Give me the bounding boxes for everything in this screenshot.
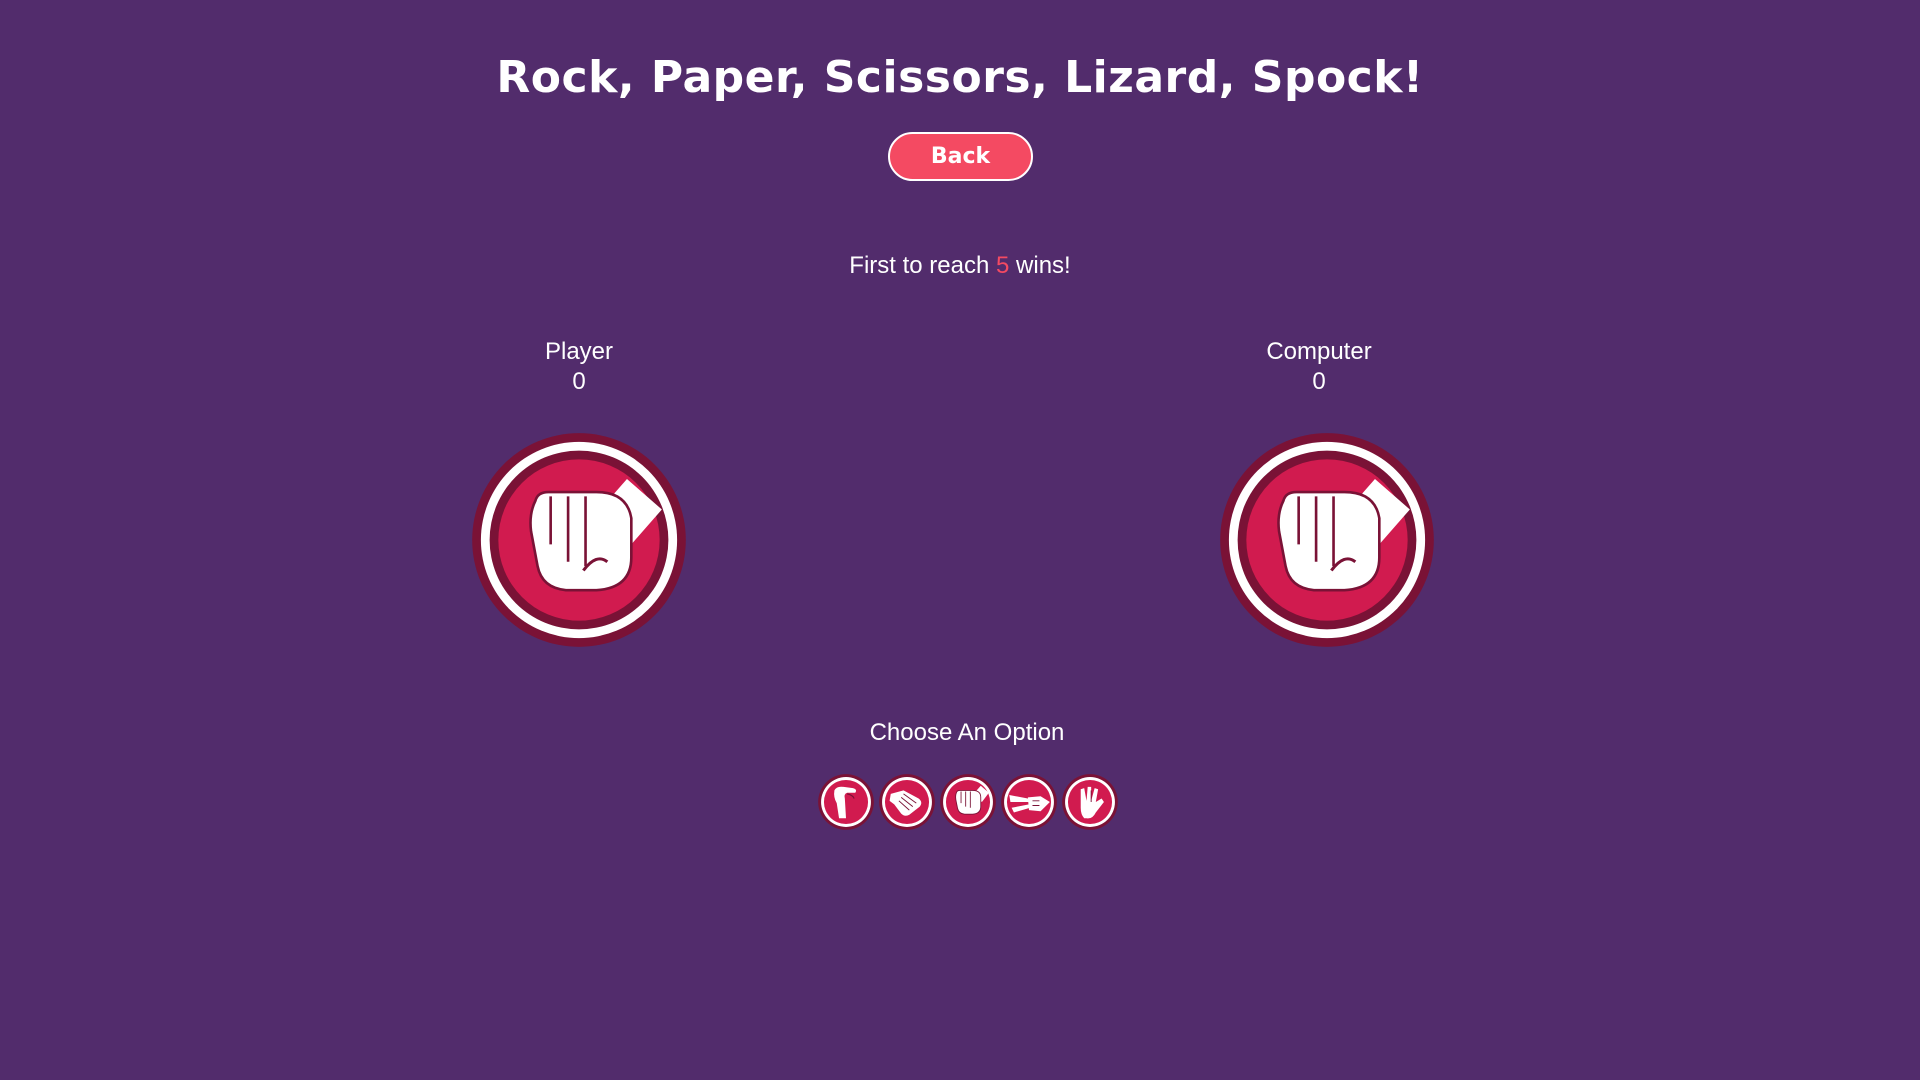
- rules-prefix: First to reach: [849, 252, 990, 279]
- scissors-icon: [1001, 774, 1057, 830]
- player-score-panel: Player 0: [459, 337, 699, 397]
- computer-score: 0: [1312, 368, 1326, 395]
- spock-icon: [1062, 774, 1118, 830]
- computer-label: Computer: [1266, 338, 1372, 365]
- player-label: Player: [544, 338, 614, 365]
- page-title: Rock, Paper, Scissors, Lizard, Spock!: [496, 52, 1424, 103]
- win-target-count: 5: [996, 252, 1010, 279]
- rock-icon: [940, 774, 996, 830]
- player-choice-rock-icon: [470, 431, 688, 649]
- computer-choice-rock-icon: [1218, 431, 1436, 649]
- lizard-icon: [818, 774, 874, 830]
- computer-score-panel: Computer 0: [1199, 337, 1439, 397]
- paper-icon: [879, 774, 935, 830]
- lizard-option-button[interactable]: [817, 773, 875, 831]
- option-bar: [817, 773, 1121, 831]
- scissors-option-button[interactable]: [1000, 773, 1058, 831]
- rules-text: First to reach 5 wins!: [0, 250, 1920, 282]
- paper-option-button[interactable]: [878, 773, 936, 831]
- spock-option-button[interactable]: [1061, 773, 1119, 831]
- rules-suffix: wins!: [1016, 252, 1071, 279]
- rock-option-button[interactable]: [939, 773, 997, 831]
- back-button[interactable]: Back: [888, 132, 1033, 181]
- player-score: 0: [572, 368, 586, 395]
- choose-option-label: Choose An Option: [869, 719, 1065, 746]
